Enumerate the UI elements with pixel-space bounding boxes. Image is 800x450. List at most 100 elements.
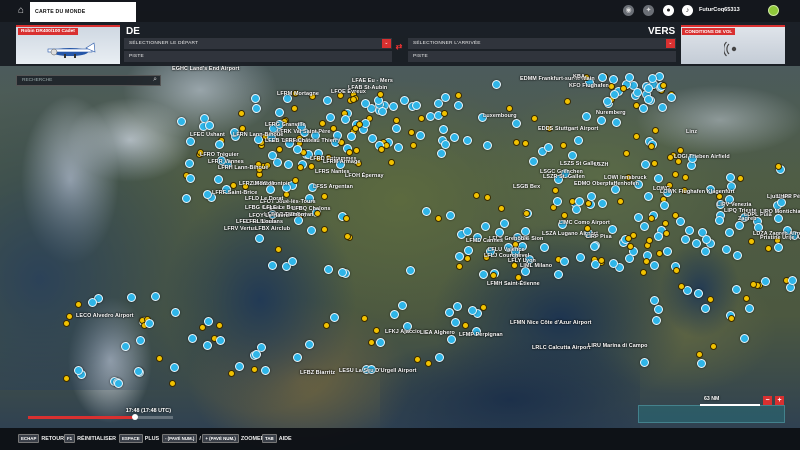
- airport-pin-icon[interactable]: [733, 251, 742, 260]
- airport-pin-icon[interactable]: [406, 266, 415, 275]
- airport-pin-icon[interactable]: [445, 308, 454, 317]
- airport-label[interactable]: LIRU Marina di Campo: [588, 343, 648, 349]
- airport-pin-icon[interactable]: [544, 143, 553, 152]
- airport-pin-icon[interactable]: [694, 289, 703, 298]
- airport-pin-icon[interactable]: [361, 99, 370, 108]
- airport-pin-icon[interactable]: [398, 301, 407, 310]
- airport-pin-icon[interactable]: [400, 96, 409, 105]
- airport-label[interactable]: LFRM Mortagne: [277, 91, 319, 97]
- airport-pin-icon[interactable]: [338, 268, 347, 277]
- airport-pin-icon[interactable]: [74, 366, 83, 375]
- airport-detail-icon[interactable]: [344, 233, 351, 240]
- airport-pin-icon[interactable]: [639, 104, 648, 113]
- airport-pin-icon[interactable]: [521, 227, 530, 236]
- airport-pin-icon[interactable]: [341, 115, 350, 124]
- airport-pin-icon[interactable]: [441, 140, 450, 149]
- airport-detail-icon[interactable]: [418, 115, 425, 122]
- airport-pin-icon[interactable]: [633, 88, 642, 97]
- airport-detail-icon[interactable]: [308, 163, 315, 170]
- airport-detail-icon[interactable]: [239, 125, 246, 132]
- airport-label[interactable]: LSZS St Gallen: [560, 161, 600, 167]
- airport-detail-icon[interactable]: [63, 320, 70, 327]
- airport-pin-icon[interactable]: [745, 304, 754, 313]
- airport-label[interactable]: LFMD Cannes: [466, 238, 503, 244]
- airport-detail-icon[interactable]: [620, 85, 627, 92]
- airport-pin-icon[interactable]: [252, 104, 261, 113]
- airport-pin-icon[interactable]: [554, 270, 563, 279]
- airport-pin-icon[interactable]: [529, 157, 538, 166]
- airport-pin-icon[interactable]: [389, 102, 398, 111]
- airport-detail-icon[interactable]: [330, 125, 337, 132]
- airport-detail-icon[interactable]: [696, 351, 703, 358]
- airport-pin-icon[interactable]: [171, 308, 180, 317]
- airport-detail-icon[interactable]: [292, 177, 299, 184]
- airport-detail-icon[interactable]: [251, 366, 258, 373]
- airport-pin-icon[interactable]: [451, 318, 460, 327]
- airport-pin-icon[interactable]: [481, 222, 490, 231]
- airport-label[interactable]: LFRK Val Saint Père: [277, 129, 330, 135]
- airport-detail-icon[interactable]: [646, 237, 653, 244]
- airport-detail-icon[interactable]: [552, 187, 559, 194]
- airport-pin-icon[interactable]: [392, 124, 401, 133]
- airport-pin-icon[interactable]: [587, 192, 596, 201]
- airport-pin-icon[interactable]: [204, 317, 213, 326]
- airport-pin-icon[interactable]: [203, 341, 212, 350]
- airport-pin-icon[interactable]: [735, 221, 744, 230]
- airport-label[interactable]: LFRS Nantes: [315, 169, 350, 175]
- airport-detail-icon[interactable]: [238, 110, 245, 117]
- airport-label[interactable]: LFOE Évreux: [331, 89, 366, 95]
- airport-detail-icon[interactable]: [660, 82, 667, 89]
- airport-label[interactable]: LFMH Saint-Étienne: [487, 281, 540, 287]
- airport-detail-icon[interactable]: [410, 142, 417, 149]
- airport-label[interactable]: LFRH Lann-Bihoué: [218, 165, 268, 171]
- airport-detail-icon[interactable]: [283, 191, 290, 198]
- airport-pin-icon[interactable]: [608, 225, 617, 234]
- airport-pin-icon[interactable]: [479, 270, 488, 279]
- airport-pin-icon[interactable]: [609, 259, 618, 268]
- airport-pin-icon[interactable]: [145, 319, 154, 328]
- airport-pin-icon[interactable]: [582, 112, 591, 121]
- airport-pin-icon[interactable]: [422, 207, 431, 216]
- airport-detail-icon[interactable]: [321, 226, 328, 233]
- airport-pin-icon[interactable]: [255, 234, 264, 243]
- airport-detail-icon[interactable]: [633, 133, 640, 140]
- airport-label[interactable]: LFRL Loulans: [246, 219, 283, 225]
- airport-label[interactable]: LFOH Épernay: [345, 173, 384, 179]
- airport-pin-icon[interactable]: [732, 285, 741, 294]
- airport-label[interactable]: LFOY Le Havre: [249, 213, 289, 219]
- airport-pin-icon[interactable]: [660, 201, 669, 210]
- arrival-runway-select[interactable]: PISTE: [408, 51, 676, 62]
- airport-label[interactable]: LFSS Argentan: [313, 184, 353, 190]
- search-input[interactable]: RECHERCHE ⌕: [16, 75, 161, 86]
- hint-zoom[interactable]: - (PAVÉ NUM.) / + (PAVÉ NUM.) ZOOMER: [162, 434, 264, 443]
- airport-pin-icon[interactable]: [590, 242, 599, 251]
- airport-pin-icon[interactable]: [284, 160, 293, 169]
- airport-pin-icon[interactable]: [268, 151, 277, 160]
- airport-pin-icon[interactable]: [612, 118, 621, 127]
- profile-icon[interactable]: ●: [663, 5, 674, 16]
- airport-pin-icon[interactable]: [726, 173, 735, 182]
- airport-pin-icon[interactable]: [186, 137, 195, 146]
- airport-detail-icon[interactable]: [775, 163, 782, 170]
- airport-label[interactable]: Linz: [686, 129, 697, 135]
- airport-label[interactable]: LIRP Pisa: [586, 234, 612, 240]
- airport-pin-icon[interactable]: [740, 334, 749, 343]
- airport-detail-icon[interactable]: [617, 198, 624, 205]
- airport-pin-icon[interactable]: [121, 342, 130, 351]
- airport-pin-icon[interactable]: [326, 113, 335, 122]
- airport-pin-icon[interactable]: [435, 353, 444, 362]
- airport-pin-icon[interactable]: [151, 292, 160, 301]
- airport-detail-icon[interactable]: [743, 295, 750, 302]
- airport-detail-icon[interactable]: [388, 159, 395, 166]
- airport-label[interactable]: LFAE Eu - Mers: [352, 78, 393, 84]
- airport-label[interactable]: Zagreb: [738, 216, 757, 222]
- airport-pin-icon[interactable]: [182, 194, 191, 203]
- airport-pin-icon[interactable]: [648, 74, 657, 83]
- airport-detail-icon[interactable]: [522, 140, 529, 147]
- airport-pin-icon[interactable]: [214, 175, 223, 184]
- airport-pin-icon[interactable]: [553, 197, 562, 206]
- airport-pin-icon[interactable]: [652, 316, 661, 325]
- airport-pin-icon[interactable]: [774, 243, 783, 252]
- airport-detail-icon[interactable]: [323, 322, 330, 329]
- airport-detail-icon[interactable]: [498, 205, 505, 212]
